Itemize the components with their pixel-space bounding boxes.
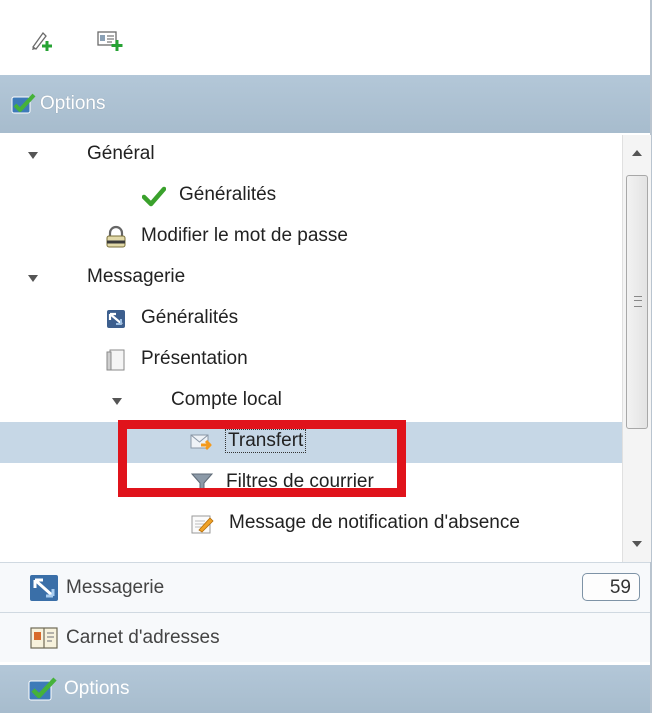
tree-item-label: Modifier le mot de passe [141,225,348,246]
nav-address-book-label: Carnet d'adresses [66,626,220,648]
absence-note-icon [191,515,214,534]
scroll-up-arrow-icon[interactable] [632,150,642,156]
options-section-header: Options [0,75,650,133]
tree-item-messagerie-generalites[interactable]: Généralités [0,299,622,340]
nav-options[interactable]: Options [0,665,650,713]
options-header-title: Options [40,93,106,114]
tree-item-label: Généralités [179,184,277,205]
tree-item-label: Message de notification d'absence [229,512,520,533]
toolbar [0,0,650,76]
nav-address-book[interactable]: Carnet d'adresses [0,612,650,662]
password-lock-icon [106,225,126,248]
tree-item-mail-filters[interactable]: Filtres de courrier [0,463,622,504]
nav-messagerie[interactable]: Messagerie 59 [0,562,650,612]
scrollbar-thumb[interactable] [626,175,648,429]
unread-count-badge: 59 [582,573,640,601]
tree-item-general[interactable]: Général [0,135,622,176]
tree-item-label: Compte local [171,389,282,410]
green-check-icon [142,186,166,207]
new-card-icon [97,31,123,51]
options-tree: Général Généralités Modifier le mot de p… [0,135,622,562]
new-item-icon [32,31,52,51]
tree-item-compte-local[interactable]: Compte local [0,381,622,422]
options-checkmark-icon [28,677,57,701]
forward-mail-icon [190,434,212,451]
expand-arrow-icon[interactable] [112,398,122,405]
new-card-button[interactable] [96,26,124,54]
address-book-icon [30,626,58,649]
filter-funnel-icon [190,473,214,493]
tree-item-general-generalites[interactable]: Généralités [0,176,622,217]
new-item-button[interactable] [28,26,56,54]
tree-item-presentation[interactable]: Présentation [0,340,622,381]
tree-item-messagerie[interactable]: Messagerie [0,258,622,299]
tree-item-label: Transfert [224,429,307,453]
nav-options-label: Options [64,678,130,699]
tree-item-transfert[interactable]: Transfert [0,422,622,463]
tree-item-change-password[interactable]: Modifier le mot de passe [0,217,622,258]
options-panel: Options Général Généralités Modifier le … [0,0,652,713]
tree-item-label: Messagerie [87,266,186,287]
tree-scrollbar[interactable] [622,135,651,562]
expand-arrow-icon[interactable] [28,275,38,282]
tree-item-label: Général [87,143,155,164]
tree-item-label: Généralités [141,307,239,328]
document-icon [106,349,125,371]
scroll-down-arrow-icon[interactable] [632,541,642,547]
tree-item-label: Présentation [141,348,248,369]
tree-item-absence-notification[interactable]: Message de notification d'absence [0,504,622,545]
messagerie-icon [30,574,58,601]
options-checkmark-icon [11,93,36,114]
scrollbar-grip-icon [634,296,642,307]
mail-general-icon [107,310,125,328]
tree-item-label: Filtres de courrier [226,471,374,492]
nav-messagerie-label: Messagerie [66,576,165,598]
expand-arrow-icon[interactable] [28,152,38,159]
